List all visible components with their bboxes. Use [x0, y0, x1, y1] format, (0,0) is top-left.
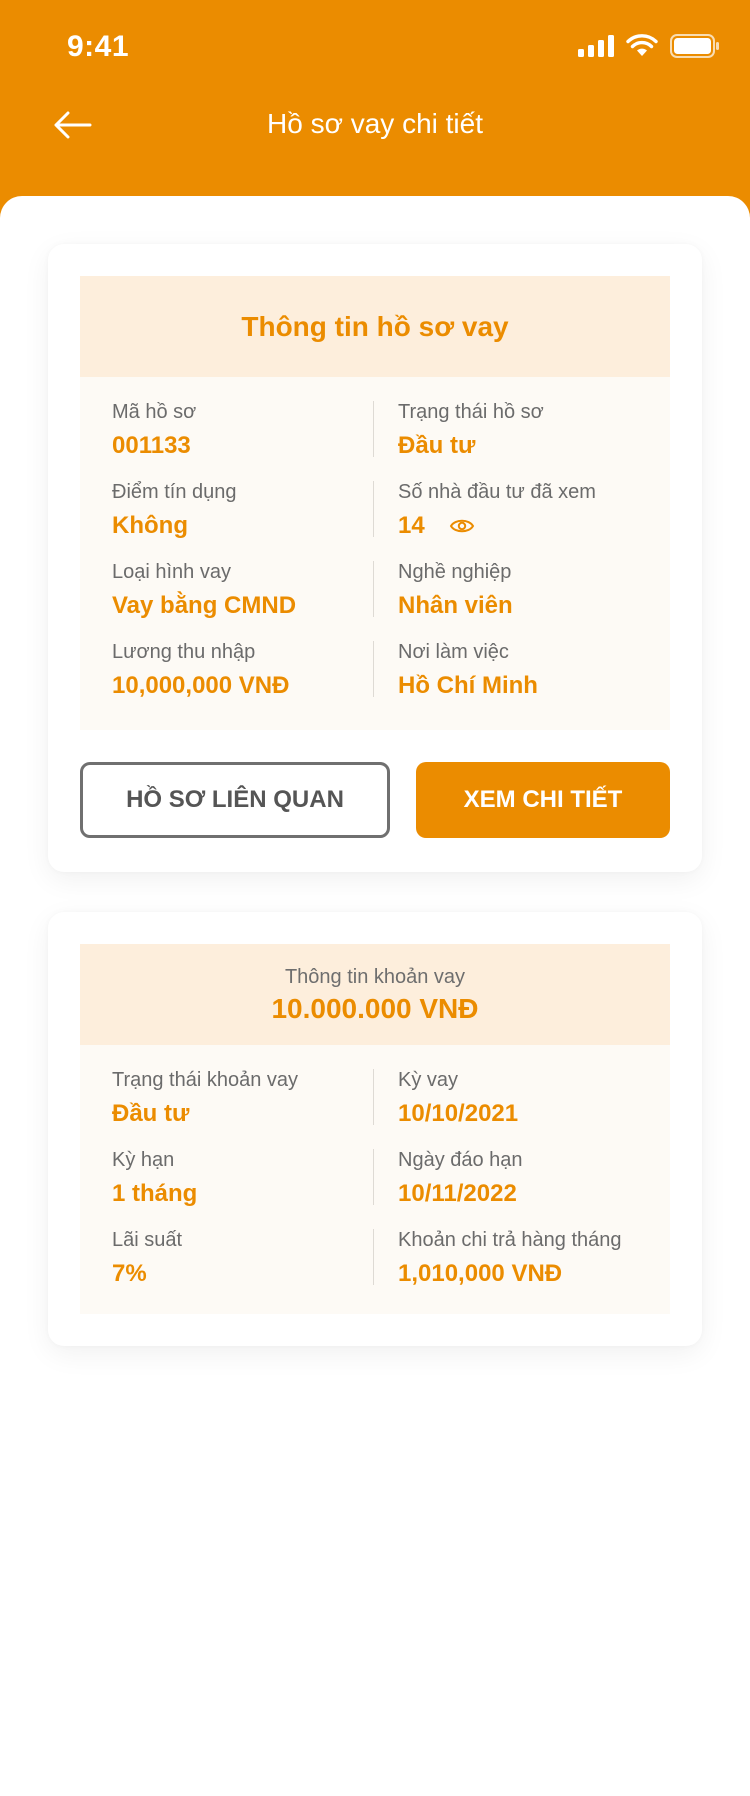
field-value: 1 tháng	[112, 1180, 198, 1207]
loan-info-grid: Trạng thái khoản vay Đầu tư Kỳ vay 10/10…	[80, 1045, 670, 1288]
column-divider	[373, 1069, 374, 1125]
column-divider	[373, 401, 374, 457]
credit-score-field: Điểm tín dụng Không	[112, 457, 237, 540]
eye-icon[interactable]	[449, 516, 475, 536]
status-icons	[578, 34, 720, 63]
column-divider	[373, 1229, 374, 1285]
occupation-field: Nghề nghiệp Nhân viên	[398, 537, 513, 620]
battery-icon	[670, 34, 720, 63]
info-row: Trạng thái khoản vay Đầu tư Kỳ vay 10/10…	[80, 1045, 670, 1128]
info-row: Kỳ hạn 1 tháng Ngày đáo hạn 10/11/2022	[80, 1125, 670, 1208]
info-row: Điểm tín dụng Không Số nhà đầu tư đã xem…	[80, 457, 670, 540]
field-value: 1,010,000 VNĐ	[398, 1260, 563, 1287]
field-label: Trạng thái hồ sơ	[398, 401, 544, 423]
signal-icon	[578, 35, 614, 62]
field-label: Kỳ hạn	[112, 1149, 175, 1171]
loan-profile-header: Thông tin hồ sơ vay	[80, 276, 670, 377]
field-label: Lương thu nhập	[112, 641, 256, 663]
loan-amount: 10.000.000 VNĐ	[271, 993, 479, 1024]
field-value: Hồ Chí Minh	[398, 672, 538, 699]
field-label: Ngày đáo hạn	[398, 1149, 523, 1171]
field-value: 7%	[112, 1260, 147, 1287]
field-label: Số nhà đầu tư đã xem	[398, 481, 596, 503]
field-label: Điểm tín dụng	[112, 481, 237, 503]
interest-rate-field: Lãi suất 7%	[112, 1205, 182, 1288]
field-label: Lãi suất	[112, 1229, 183, 1251]
field-value: Đầu tư	[398, 432, 476, 459]
view-details-button[interactable]: XEM CHI TIẾT	[416, 762, 670, 838]
field-value: Nhân viên	[398, 592, 513, 619]
workplace-field: Nơi làm việc Hồ Chí Minh	[398, 617, 538, 700]
maturity-date-field: Ngày đáo hạn 10/11/2022	[398, 1125, 523, 1208]
field-value: 14	[398, 512, 425, 539]
income-field: Lương thu nhập 10,000,000 VNĐ	[112, 617, 289, 700]
field-value: 10/11/2022	[398, 1180, 517, 1207]
loan-profile-title: Thông tin hồ sơ vay	[241, 311, 509, 342]
field-label: Loại hình vay	[112, 561, 231, 583]
loan-info-card: Thông tin khoản vay 10.000.000 VNĐ Trạng…	[48, 912, 702, 1346]
loan-period-field: Kỳ vay 10/10/2021	[398, 1045, 518, 1128]
investor-views-field: Số nhà đầu tư đã xem 14	[398, 457, 596, 540]
page-title: Hồ sơ vay chi tiết	[267, 108, 483, 139]
info-row: Loại hình vay Vay bằng CMND Nghề nghiệp …	[80, 537, 670, 620]
field-value: Vay bằng CMND	[112, 592, 297, 619]
field-label: Trạng thái khoản vay	[112, 1069, 299, 1091]
field-value: 001133	[112, 432, 191, 459]
field-value: 10,000,000 VNĐ	[112, 672, 290, 699]
column-divider	[373, 641, 374, 697]
loan-info-subtitle: Thông tin khoản vay	[284, 966, 466, 988]
loan-profile-panel: Thông tin hồ sơ vay Mã hồ sơ 001133 Trạn…	[80, 276, 670, 730]
column-divider	[373, 561, 374, 617]
info-row: Lương thu nhập 10,000,000 VNĐ Nơi làm vi…	[80, 617, 670, 700]
investor-views-value: 14	[398, 512, 596, 540]
column-divider	[373, 1149, 374, 1205]
field-label: Khoản chi trả hàng tháng	[398, 1229, 622, 1251]
field-value: Không	[112, 512, 188, 539]
status-time: 9:41	[67, 30, 130, 63]
loan-term-field: Kỳ hạn 1 tháng	[112, 1125, 197, 1208]
profile-id-field: Mã hồ sơ 001133	[112, 377, 196, 460]
loan-profile-grid: Mã hồ sơ 001133 Trạng thái hồ sơ Đầu tư …	[80, 377, 670, 700]
info-row: Lãi suất 7% Khoản chi trả hàng tháng 1,0…	[80, 1205, 670, 1288]
field-label: Mã hồ sơ	[112, 401, 197, 423]
field-label: Nghề nghiệp	[398, 561, 512, 583]
column-divider	[373, 481, 374, 537]
field-value: 10/10/2021	[398, 1100, 519, 1127]
related-profiles-button[interactable]: HỒ SƠ LIÊN QUAN	[80, 762, 390, 838]
loan-info-header: Thông tin khoản vay 10.000.000 VNĐ	[80, 944, 670, 1045]
field-value: Đầu tư	[112, 1100, 190, 1127]
profile-status-field: Trạng thái hồ sơ Đầu tư	[398, 377, 544, 460]
wifi-icon	[626, 34, 658, 63]
loan-status-field: Trạng thái khoản vay Đầu tư	[112, 1045, 298, 1128]
field-label: Kỳ vay	[398, 1069, 459, 1091]
loan-profile-card: Thông tin hồ sơ vay Mã hồ sơ 001133 Trạn…	[48, 244, 702, 872]
loan-info-panel: Thông tin khoản vay 10.000.000 VNĐ Trạng…	[80, 944, 670, 1314]
field-label: Nơi làm việc	[398, 641, 509, 663]
monthly-payment-field: Khoản chi trả hàng tháng 1,010,000 VNĐ	[398, 1205, 622, 1288]
loan-type-field: Loại hình vay Vay bằng CMND	[112, 537, 296, 620]
info-row: Mã hồ sơ 001133 Trạng thái hồ sơ Đầu tư	[80, 377, 670, 460]
